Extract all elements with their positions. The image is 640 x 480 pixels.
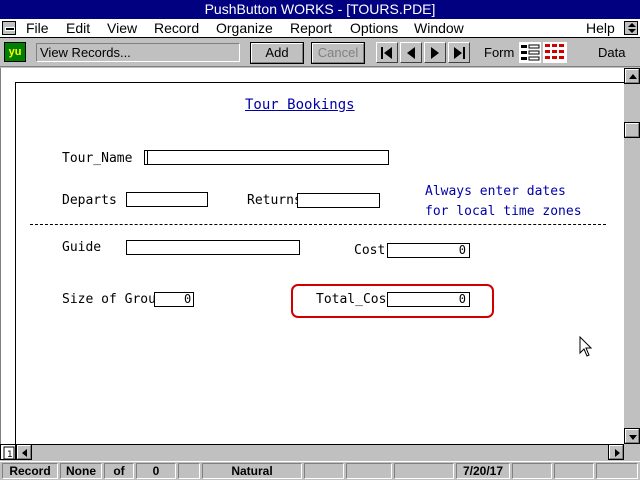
menu-help[interactable]: Help [586, 19, 615, 38]
scroll-right-button[interactable] [608, 444, 624, 460]
status-of-value: 0 [136, 463, 176, 479]
status-mode: Natural [202, 463, 302, 479]
data-view-icon[interactable] [543, 42, 567, 63]
arrow-left-icon [22, 449, 27, 457]
status-panel-blank-6 [554, 463, 594, 479]
menu-edit[interactable]: Edit [66, 19, 90, 38]
cancel-button[interactable]: Cancel [311, 42, 365, 64]
page-edge-horizontal [15, 82, 624, 83]
page-edge-vertical [15, 82, 16, 444]
last-record-icon [454, 47, 465, 59]
group-size-label: Size of Group [62, 292, 164, 307]
departs-field[interactable] [126, 192, 208, 207]
form-document [0, 68, 624, 444]
scroll-down-button[interactable] [624, 428, 640, 444]
first-record-button[interactable] [376, 42, 398, 63]
menu-view[interactable]: View [107, 19, 137, 38]
doc-left-margin [0, 68, 16, 444]
guide-field[interactable] [126, 240, 300, 255]
section-divider [30, 224, 606, 225]
page-icon: 1 [3, 446, 15, 460]
window-title: PushButton WORKS - [TOURS.PDE] [204, 1, 436, 17]
returns-field[interactable] [297, 193, 380, 208]
prev-record-button[interactable] [400, 42, 422, 63]
scroll-corner [624, 444, 640, 460]
last-record-button[interactable] [448, 42, 470, 63]
cost-field[interactable]: 0 [387, 243, 470, 258]
add-button[interactable]: Add [250, 42, 304, 64]
form-title: Tour Bookings [245, 97, 355, 113]
status-panel-blank-7 [596, 463, 638, 479]
status-record-label: Record [2, 463, 58, 479]
data-view-label: Data [598, 45, 626, 60]
status-panel-blank-4 [394, 463, 454, 479]
cancel-button-label: Cancel [317, 45, 359, 60]
menu-organize[interactable]: Organize [216, 19, 273, 38]
system-menu-icon[interactable] [2, 21, 16, 35]
note-line-1: Always enter dates [425, 184, 566, 199]
scroll-left-button[interactable] [16, 444, 32, 460]
app-logo-button[interactable]: yu [4, 42, 26, 62]
cost-label: Cost [354, 243, 386, 258]
menu-window[interactable]: Window [414, 19, 464, 38]
menu-file[interactable]: File [26, 19, 49, 38]
menu-record[interactable]: Record [154, 19, 199, 38]
group-size-field[interactable]: 0 [154, 292, 194, 307]
restore-icon[interactable] [624, 21, 638, 35]
horizontal-scrollbar[interactable] [0, 444, 624, 460]
total-cost-label: Total_Cost [316, 292, 395, 307]
form-view-label: Form [484, 45, 515, 60]
guide-label: Guide [62, 240, 102, 255]
next-record-icon [431, 47, 439, 59]
text-cursor [147, 151, 148, 164]
total-cost-field[interactable]: 0 [387, 292, 470, 307]
status-record-value: None [60, 463, 102, 479]
tour-name-field[interactable] [144, 150, 389, 165]
status-panel-blank-5 [512, 463, 552, 479]
arrow-down-icon [629, 435, 637, 440]
title-bar[interactable]: PushButton WORKS - [TOURS.PDE] [0, 0, 640, 19]
page-number-button[interactable]: 1 [0, 444, 16, 460]
note-line-2: for local time zones [425, 204, 582, 219]
first-record-icon [381, 47, 392, 59]
view-status-box: View Records... [36, 43, 240, 62]
status-panel-blank-3 [346, 463, 392, 479]
menu-report[interactable]: Report [290, 19, 332, 38]
status-of-label: of [104, 463, 134, 479]
arrow-up-icon [629, 74, 637, 79]
vertical-scroll-thumb[interactable] [624, 122, 640, 138]
add-button-label: Add [265, 45, 289, 60]
menu-options[interactable]: Options [350, 19, 398, 38]
svg-text:1: 1 [7, 450, 13, 460]
tour-name-label: Tour_Name [62, 151, 133, 166]
returns-label: Returns [247, 193, 302, 208]
status-panel-blank-2 [304, 463, 344, 479]
status-date: 7/20/17 [456, 463, 510, 479]
departs-label: Departs [62, 193, 117, 208]
scroll-up-button[interactable] [624, 68, 640, 84]
next-record-button[interactable] [424, 42, 446, 63]
prev-record-icon [407, 47, 415, 59]
form-view-icon[interactable] [519, 42, 541, 63]
mouse-pointer-icon [579, 336, 593, 357]
status-panel-blank-1 [178, 463, 200, 479]
arrow-right-icon [615, 449, 620, 457]
